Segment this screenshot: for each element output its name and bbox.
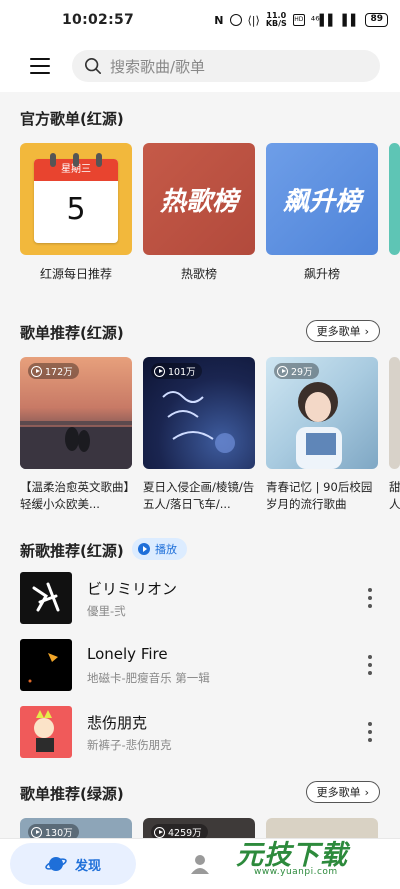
playlist-title: 甜人 bbox=[389, 480, 400, 511]
search-placeholder: 搜索歌曲/歌单 bbox=[110, 57, 206, 76]
playlist-card-peek[interactable]: 甜人 bbox=[389, 357, 400, 513]
status-bar: 10:02:57 N ⟨|⟩ 11.0 KB/S HD ⁴⁶▌▌ ▌▌ 89 bbox=[0, 0, 400, 40]
more-options-icon[interactable] bbox=[368, 588, 372, 608]
play-count: 172万 bbox=[28, 363, 79, 379]
status-icons: N ⟨|⟩ 11.0 KB/S HD ⁴⁶▌▌ ▌▌ 89 bbox=[214, 12, 388, 28]
song-name: Lonely Fire bbox=[87, 645, 168, 663]
more-playlists-button[interactable]: 更多歌单 › bbox=[305, 320, 380, 342]
calendar-day: 5 bbox=[66, 192, 86, 227]
play-all-button[interactable]: 播放 bbox=[132, 538, 187, 560]
song-item[interactable]: ビリミリオン 優里-弐 bbox=[0, 572, 400, 624]
song-name: ビリミリオン bbox=[87, 580, 178, 598]
hd-icon: HD bbox=[292, 14, 305, 26]
song-artist: 地磁卡-肥瘦音乐 第一辑 bbox=[87, 671, 210, 685]
play-icon bbox=[154, 826, 165, 838]
nav-discover-tab[interactable]: 发现 bbox=[10, 843, 136, 885]
new-songs-title: 新歌推荐(红源) bbox=[20, 542, 124, 560]
watermark-url: www.yuanpi.com bbox=[254, 867, 338, 877]
playlist-title: 【温柔治愈英文歌曲】轻缓小众欧美... bbox=[20, 480, 130, 511]
song-item[interactable]: 悲伤朋克 新裤子-悲伤朋克 bbox=[0, 706, 400, 758]
official-section-title: 官方歌单(红源) bbox=[20, 110, 124, 128]
chevron-right-icon: › bbox=[364, 785, 369, 799]
watermark: 元技下载 www.yuanpi.com bbox=[228, 833, 390, 881]
battery-indicator: 89 bbox=[365, 13, 388, 27]
wifi-icon: ▌▌ bbox=[342, 13, 360, 27]
play-icon bbox=[277, 365, 288, 377]
nfc-icon: N bbox=[214, 13, 224, 27]
playlist-card[interactable]: 101万 夏日入侵企画/棱镜/告五人/落日飞车/... bbox=[143, 357, 255, 513]
profile-icon[interactable] bbox=[189, 853, 211, 875]
song-cover bbox=[20, 639, 72, 691]
recommend-red-list: 172万 【温柔治愈英文歌曲】轻缓小众欧美... 101万 夏日入侵企画/棱镜/… bbox=[0, 357, 400, 517]
official-card-daily[interactable]: 星期三 5 红源每日推荐 bbox=[20, 143, 132, 282]
alarm-icon bbox=[229, 14, 242, 26]
planet-icon bbox=[45, 857, 67, 871]
playlist-cover: 29万 bbox=[266, 357, 378, 469]
more-options-icon[interactable] bbox=[368, 655, 372, 675]
vibrate-icon: ⟨|⟩ bbox=[247, 13, 260, 27]
play-icon bbox=[154, 365, 165, 377]
network-speed: 11.0 KB/S bbox=[265, 11, 287, 28]
official-playlists: 星期三 5 红源每日推荐 热歌榜 热歌榜 飙升榜 飙升榜 bbox=[0, 143, 400, 283]
nav-discover-label: 发现 bbox=[74, 858, 101, 874]
search-input[interactable]: 搜索歌曲/歌单 bbox=[72, 50, 380, 82]
more-playlists-button-green[interactable]: 更多歌单 › bbox=[305, 781, 380, 803]
song-cover bbox=[20, 706, 72, 758]
menu-icon[interactable] bbox=[30, 58, 50, 74]
play-count: 29万 bbox=[274, 363, 319, 379]
play-count: 101万 bbox=[151, 363, 202, 379]
peek-cover bbox=[389, 143, 400, 255]
official-card-label: 热歌榜 bbox=[180, 267, 217, 281]
song-cover bbox=[20, 572, 72, 624]
official-card-rising[interactable]: 飙升榜 飙升榜 bbox=[266, 143, 378, 282]
official-card-hot[interactable]: 热歌榜 热歌榜 bbox=[143, 143, 255, 282]
playlist-title: 夏日入侵企画/棱镜/告五人/落日飞车/... bbox=[143, 480, 255, 511]
song-name: 悲伤朋克 bbox=[87, 714, 148, 732]
status-time: 10:02:57 bbox=[62, 12, 135, 28]
official-card-label: 红源每日推荐 bbox=[39, 267, 112, 281]
hot-chart-cover: 热歌榜 bbox=[143, 143, 255, 255]
song-item[interactable]: Lonely Fire 地磁卡-肥瘦音乐 第一辑 bbox=[0, 639, 400, 691]
song-artist: 新裤子-悲伤朋克 bbox=[87, 738, 172, 752]
recommend-green-title: 歌单推荐(绿源) bbox=[20, 785, 124, 803]
playlist-card[interactable]: 29万 青春记忆 | 90后校园岁月的流行歌曲 bbox=[266, 357, 378, 513]
calendar-icon: 星期三 5 bbox=[34, 159, 118, 243]
chevron-right-icon: › bbox=[364, 324, 369, 338]
search-icon bbox=[84, 57, 102, 75]
playlist-cover: 172万 bbox=[20, 357, 132, 469]
playlist-cover bbox=[389, 357, 400, 469]
play-icon bbox=[31, 365, 42, 377]
signal-icon: ⁴⁶▌▌ bbox=[310, 13, 337, 27]
official-card-peek[interactable] bbox=[389, 143, 400, 255]
playlist-cover: 101万 bbox=[143, 357, 255, 469]
top-bar: 搜索歌曲/歌单 bbox=[0, 40, 400, 92]
recommend-red-title: 歌单推荐(红源) bbox=[20, 324, 124, 342]
song-artist: 優里-弐 bbox=[87, 604, 126, 618]
play-icon bbox=[138, 543, 150, 555]
calendar-cover: 星期三 5 bbox=[20, 143, 132, 255]
more-options-icon[interactable] bbox=[368, 722, 372, 742]
playlist-card[interactable]: 172万 【温柔治愈英文歌曲】轻缓小众欧美... bbox=[20, 357, 132, 513]
play-icon bbox=[31, 826, 42, 838]
rising-chart-cover: 飙升榜 bbox=[266, 143, 378, 255]
playlist-title: 青春记忆 | 90后校园岁月的流行歌曲 bbox=[266, 480, 373, 511]
official-card-label: 飙升榜 bbox=[303, 267, 340, 281]
